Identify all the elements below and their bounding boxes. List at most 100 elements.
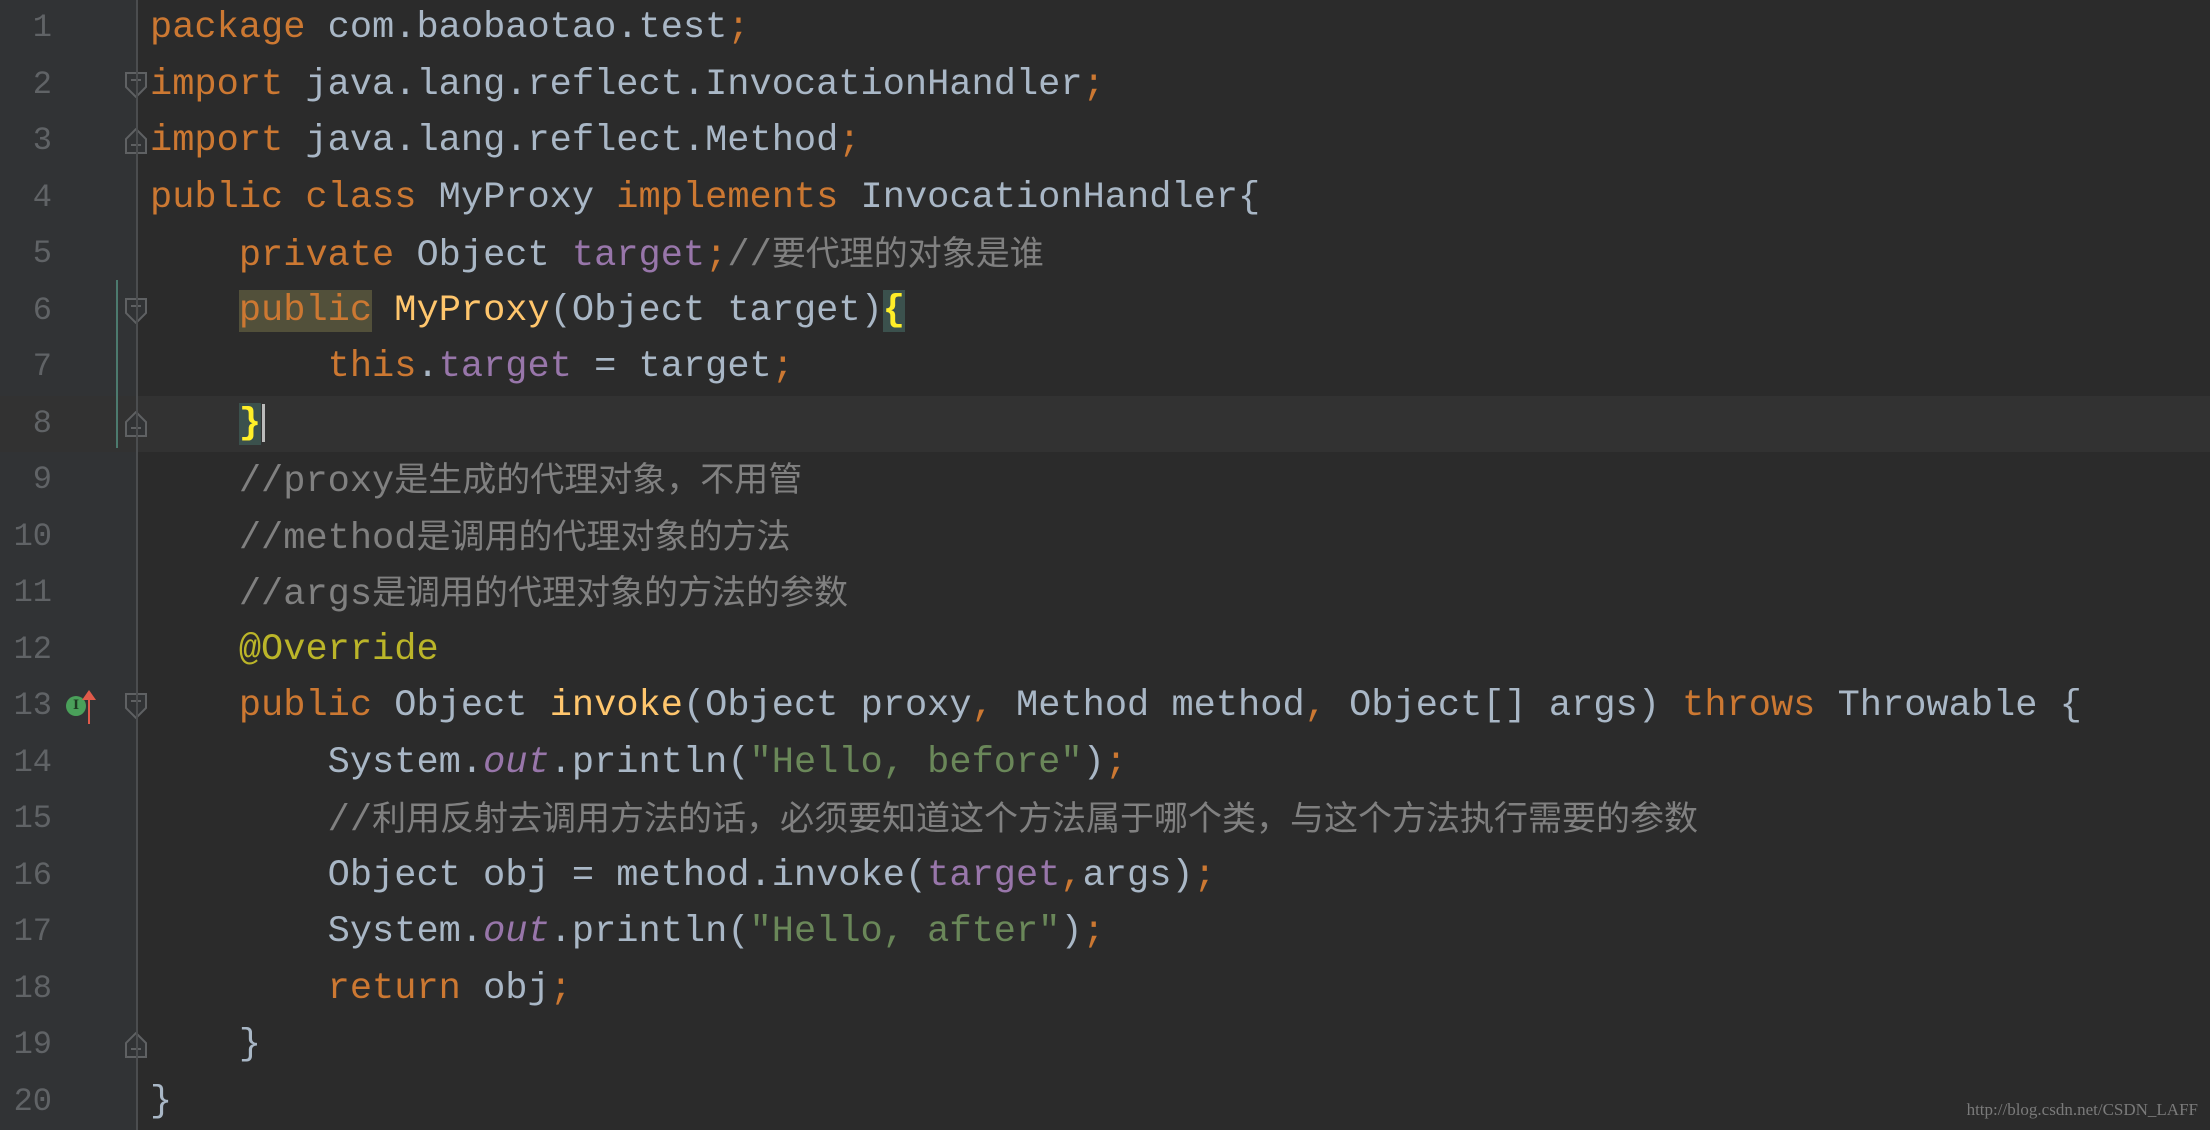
code-line[interactable]: 8 } (0, 395, 2210, 452)
code-token-kw: public (238, 685, 395, 727)
code-text[interactable]: @Override (150, 622, 439, 678)
line-number[interactable]: 6 (0, 283, 52, 339)
code-token-id: java.lang.reflect.InvocationHandler (283, 63, 1083, 106)
code-token-id: args) (1082, 854, 1194, 897)
code-line[interactable]: 7 this.target = target; (0, 339, 2210, 395)
code-line[interactable]: 12 @Override (0, 622, 2210, 678)
code-token-id: Object[] args) (1326, 685, 1683, 727)
code-line[interactable]: 20} (0, 1074, 2210, 1130)
code-token-id (150, 968, 328, 1010)
code-text[interactable]: } (150, 396, 266, 452)
code-token-id: } (150, 1024, 262, 1066)
code-line[interactable]: 14 System.out.println("Hello, before"); (0, 735, 2210, 791)
code-text[interactable]: import java.lang.reflect.Method; (150, 113, 861, 169)
vcs-change-marker[interactable] (116, 280, 118, 448)
code-token-id (150, 629, 239, 671)
line-number[interactable]: 17 (0, 904, 52, 960)
code-token-punct: ; (549, 967, 572, 1010)
line-number[interactable]: 16 (0, 848, 52, 904)
code-token-kw: throws (1682, 685, 1838, 727)
code-text[interactable]: public Object invoke(Object proxy, Metho… (150, 678, 2082, 734)
code-text[interactable]: } (150, 1017, 261, 1073)
code-token-kw: package (150, 7, 306, 49)
code-token-kw: import (150, 120, 284, 162)
code-line[interactable]: 16 Object obj = method.invoke(target,arg… (0, 848, 2210, 904)
line-number[interactable]: 5 (0, 226, 52, 282)
code-text[interactable]: } (150, 1074, 172, 1130)
code-line[interactable]: 1 package com.baobaotao.test; (0, 0, 2210, 56)
code-text[interactable]: public class MyProxy implements Invocati… (150, 170, 1260, 226)
code-text[interactable]: public MyProxy(Object target){ (150, 283, 905, 339)
code-text[interactable]: System.out.println("Hello, before"); (150, 735, 1127, 791)
code-token-punct: ; (1082, 63, 1105, 106)
code-line[interactable]: 13 I public Object invoke(Object proxy, M… (0, 678, 2210, 734)
code-token-id: Method method (993, 685, 1305, 727)
code-line[interactable]: 17 System.out.println("Hello, after"); (0, 904, 2210, 960)
code-token-str: "Hello, after" (749, 911, 1061, 953)
code-text[interactable]: return obj; (150, 961, 572, 1017)
line-number[interactable]: 2 (0, 57, 52, 113)
code-token-id: Throwable { (1837, 685, 2082, 727)
line-number[interactable]: 4 (0, 170, 52, 226)
code-token-punct: , (1304, 685, 1327, 727)
code-text[interactable]: Object obj = method.invoke(target,args); (150, 848, 1216, 904)
code-line[interactable]: 10 //method是调用的代理对象的方法 (0, 509, 2210, 565)
code-token-brace: } (238, 402, 262, 445)
code-token-id: ) (1082, 741, 1105, 784)
code-token-kw: import (150, 63, 284, 106)
override-up-arrow-icon[interactable] (82, 690, 96, 724)
code-line[interactable]: 19 } (0, 1017, 2210, 1073)
code-token-id (150, 403, 239, 445)
code-token-cmtcjk: 是生成的代理对象，不用管 (394, 460, 803, 500)
code-text[interactable]: package com.baobaotao.test; (150, 0, 750, 56)
code-token-id: Object (416, 235, 572, 277)
code-token-punct: ; (1104, 741, 1128, 784)
line-number[interactable]: 8 (0, 396, 52, 452)
code-text[interactable]: this.target = target; (150, 339, 794, 395)
code-line[interactable]: 15 //利用反射去调用方法的话，必须要知道这个方法属于哪个类，与这个方法执行需… (0, 791, 2210, 847)
line-number[interactable]: 11 (0, 565, 52, 621)
code-token-id: System. (150, 741, 484, 784)
code-token-punct: ; (771, 346, 794, 388)
code-token-id (372, 290, 394, 332)
line-number[interactable]: 12 (0, 622, 52, 678)
line-number[interactable]: 20 (0, 1074, 52, 1130)
code-token-id: (Object proxy (682, 685, 972, 727)
code-line[interactable]: 11 //args是调用的代理对象的方法的参数 (0, 565, 2210, 621)
line-number[interactable]: 1 (0, 0, 52, 56)
line-number[interactable]: 13 (0, 678, 52, 734)
code-text[interactable]: System.out.println("Hello, after"); (150, 904, 1105, 960)
code-line[interactable]: 6 public MyProxy(Object target){ (0, 283, 2210, 339)
code-token-id (150, 461, 239, 503)
code-line[interactable]: 9 //proxy是生成的代理对象，不用管 (0, 452, 2210, 508)
line-number[interactable]: 9 (0, 452, 52, 508)
code-token-id: InvocationHandler{ (860, 176, 1261, 219)
code-line[interactable]: 3 import java.lang.reflect.Method; (0, 113, 2210, 169)
code-token-cmtcjk: 要代理的对象是谁 (771, 234, 1044, 274)
code-token-id (150, 235, 239, 277)
code-text[interactable]: //args是调用的代理对象的方法的参数 (150, 565, 848, 623)
code-text[interactable]: //proxy是生成的代理对象，不用管 (150, 452, 802, 510)
code-token-cmt: //args (238, 574, 373, 616)
watermark: http://blog.csdn.net/CSDN_LAFF (1966, 1100, 2198, 1119)
code-line[interactable]: 2 import java.lang.reflect.InvocationHand… (0, 57, 2210, 113)
line-number[interactable]: 14 (0, 735, 52, 791)
code-line[interactable]: 5 private Object target;//要代理的对象是谁 (0, 226, 2210, 282)
line-number[interactable]: 10 (0, 509, 52, 565)
line-number[interactable]: 18 (0, 961, 52, 1017)
code-line[interactable]: 4 public class MyProxy implements Invocat… (0, 170, 2210, 226)
gutter-divider (136, 0, 138, 1130)
code-line[interactable]: 18 return obj; (0, 961, 2210, 1017)
line-number[interactable]: 19 (0, 1017, 52, 1073)
line-number[interactable]: 7 (0, 339, 52, 395)
code-token-kw: public class (150, 176, 439, 219)
code-token-id: = target (571, 346, 772, 388)
line-number[interactable]: 15 (0, 791, 52, 847)
code-token-id (150, 290, 239, 332)
code-token-field: target (571, 235, 706, 277)
code-text[interactable]: import java.lang.reflect.InvocationHandl… (150, 57, 1105, 113)
code-text[interactable]: private Object target;//要代理的对象是谁 (150, 226, 1044, 284)
code-text[interactable]: //method是调用的代理对象的方法 (150, 509, 791, 567)
code-text[interactable]: //利用反射去调用方法的话，必须要知道这个方法属于哪个类，与这个方法执行需要的参… (150, 791, 1698, 849)
line-number[interactable]: 3 (0, 113, 52, 169)
